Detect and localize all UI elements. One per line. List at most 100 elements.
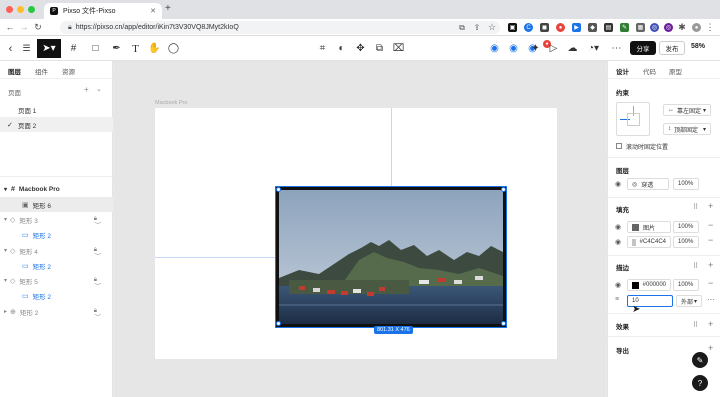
tab-prototype[interactable]: 原型 <box>669 66 682 76</box>
tab-layers[interactable]: 图层 <box>8 66 21 76</box>
resize-handle[interactable] <box>501 187 506 192</box>
layer-row-group[interactable]: ▾ ◇ 矩形 5 🔒︎ ‿ <box>0 273 113 288</box>
tab-design[interactable]: 设计 <box>616 66 629 76</box>
expand-arrow-icon[interactable]: ▾ <box>4 247 7 254</box>
move-tool-icon[interactable]: ➤▾ <box>37 39 61 58</box>
fill-color-opacity[interactable]: 100% <box>673 236 699 248</box>
remove-fill-icon[interactable]: − <box>708 235 713 245</box>
eye-icon[interactable]: ◉ <box>615 281 621 289</box>
present-icon[interactable]: ▷ <box>544 39 563 58</box>
layer-row-group[interactable]: ▸ ⊕ 矩形 2 🔒︎ ‿ <box>0 304 113 319</box>
maximize-window-button[interactable] <box>28 6 35 13</box>
extension-icon[interactable]: ▶ <box>572 23 581 32</box>
help-button[interactable]: ? <box>692 375 708 391</box>
pen-tool-icon[interactable]: ✒ <box>107 39 126 58</box>
stroke-opacity[interactable]: 100% <box>673 279 699 291</box>
horizontal-constraint-select[interactable]: ↔ 靠左固定 ▾ <box>663 104 711 116</box>
extension-icon[interactable]: ◎ <box>664 23 673 32</box>
fill-image-opacity[interactable]: 100% <box>673 221 699 233</box>
extension-icon[interactable]: ● <box>556 23 565 32</box>
visibility-icon[interactable]: ‿ <box>95 277 101 285</box>
layer-row-frame[interactable]: ▾ # Macbook Pro <box>0 182 113 197</box>
reload-icon[interactable]: ↻ <box>32 21 44 34</box>
zoom-level[interactable]: 58% <box>691 43 705 50</box>
mask-icon[interactable]: ◐ <box>332 39 351 58</box>
bookmark-star-icon[interactable]: ☆ <box>486 21 498 34</box>
crop-icon[interactable]: ⌧ <box>389 39 408 58</box>
history-icon[interactable]: ◔▾ <box>584 39 603 58</box>
add-stroke-icon[interactable]: + <box>708 260 713 270</box>
frame-label[interactable]: Macbook Pro <box>155 100 187 106</box>
hand-tool-icon[interactable]: ✋ <box>145 39 164 58</box>
expand-arrow-icon[interactable]: ▾ <box>4 186 7 193</box>
collaboration-icon[interactable]: ◉ <box>504 39 523 58</box>
layer-row-child[interactable]: ▭ 矩形 2 <box>0 258 113 273</box>
plugins-menu-icon[interactable]: ✦ <box>526 39 545 58</box>
tab-code[interactable]: 代码 <box>643 66 656 76</box>
visibility-icon[interactable]: ‿ <box>95 247 101 255</box>
add-page-icon[interactable]: + <box>84 85 89 94</box>
url-field[interactable]: 🔒︎ https://pixso.cn/app/editor/iKin7t3V3… <box>60 21 500 34</box>
cloud-save-icon[interactable]: ☁ <box>563 39 582 58</box>
layer-opacity-input[interactable]: 100% <box>673 178 699 190</box>
selected-image[interactable] <box>275 186 507 328</box>
extension-icon[interactable]: ▤ <box>604 23 613 32</box>
layer-row-child[interactable]: ▭ 矩形 2 <box>0 288 113 303</box>
expand-arrow-icon[interactable]: ▾ <box>4 277 7 284</box>
resize-handle[interactable] <box>276 321 281 326</box>
expand-arrow-icon[interactable]: ▾ <box>4 216 7 223</box>
eye-icon[interactable]: ◉ <box>615 223 621 231</box>
constraint-widget[interactable] <box>616 102 650 136</box>
add-export-icon[interactable]: + <box>708 343 713 353</box>
menu-icon[interactable]: ☰ <box>17 39 36 58</box>
extension-icon[interactable]: ◆ <box>588 23 597 32</box>
vertical-constraint-select[interactable]: ↕ 顶部固定 ▾ <box>663 123 711 135</box>
scroll-fixed-checkbox[interactable] <box>616 143 622 149</box>
style-grid-icon[interactable]: ⠿ <box>693 321 698 329</box>
comment-tool-icon[interactable]: ◯ <box>164 39 183 58</box>
extension-icon[interactable]: ✎ <box>620 23 629 32</box>
profile-avatar[interactable]: ● <box>692 23 701 32</box>
fill-color-field[interactable]: #C4C4C4 <box>627 236 671 248</box>
back-icon[interactable]: ← <box>4 21 16 34</box>
page-item-selected[interactable]: ✓ 页面 2 <box>0 117 113 132</box>
ai-assistant-button[interactable]: ✎ <box>692 352 708 368</box>
plugin-icon[interactable]: ◉ <box>485 39 504 58</box>
tab-components[interactable]: 组件 <box>35 66 48 76</box>
style-grid-icon[interactable]: ⠿ <box>693 203 698 211</box>
eye-icon[interactable]: ◉ <box>615 238 621 246</box>
forward-icon[interactable]: → <box>18 21 30 34</box>
eye-icon[interactable]: ◉ <box>615 180 621 188</box>
component-icon[interactable]: ⌗ <box>313 39 332 58</box>
add-effect-icon[interactable]: + <box>708 319 713 329</box>
share-page-icon[interactable]: ⇪ <box>471 21 483 34</box>
close-tab-icon[interactable]: ✕ <box>150 7 156 15</box>
new-tab-button[interactable]: + <box>165 3 171 14</box>
layer-row-child[interactable]: ▭ 矩形 2 <box>0 227 113 242</box>
layer-row-group[interactable]: ▾ ◇ 矩形 3 🔒︎ ‿ <box>0 212 113 227</box>
layer-row-group[interactable]: ▾ ◇ 矩形 4 🔒︎ ‿ <box>0 243 113 258</box>
expand-arrow-icon[interactable]: ▸ <box>4 308 7 315</box>
more-icon[interactable]: ⋯ <box>607 39 626 58</box>
boolean-icon[interactable]: ⧉ <box>370 39 389 58</box>
rectangle-tool-icon[interactable]: □ <box>86 39 105 58</box>
extension-icon[interactable]: ◎ <box>650 23 659 32</box>
resize-handle[interactable] <box>276 187 281 192</box>
remove-fill-icon[interactable]: − <box>708 220 713 230</box>
layer-row-image[interactable]: ▣ 矩形 6 <box>0 197 113 212</box>
open-in-app-icon[interactable]: ⧉ <box>456 21 468 34</box>
text-tool-icon[interactable]: T <box>126 39 145 58</box>
extension-icon[interactable]: ▦ <box>636 23 645 32</box>
extension-icon[interactable]: ▣ <box>508 23 517 32</box>
share-button[interactable]: 分享 <box>630 41 656 55</box>
stroke-position-select[interactable]: 外部 ▾ <box>676 295 702 307</box>
more-stroke-options-icon[interactable]: ⋯ <box>707 295 715 304</box>
blend-mode-select[interactable]: ◎ 穿透 <box>627 178 669 190</box>
remove-stroke-icon[interactable]: − <box>708 278 713 288</box>
resize-handle[interactable] <box>501 321 506 326</box>
stroke-color-swatch[interactable] <box>632 281 639 289</box>
visibility-icon[interactable]: ‿ <box>95 216 101 224</box>
extensions-puzzle-icon[interactable]: ✱ <box>676 21 688 34</box>
tab-assets[interactable]: 资源 <box>62 66 75 76</box>
publish-button[interactable]: 发布 <box>659 41 685 55</box>
